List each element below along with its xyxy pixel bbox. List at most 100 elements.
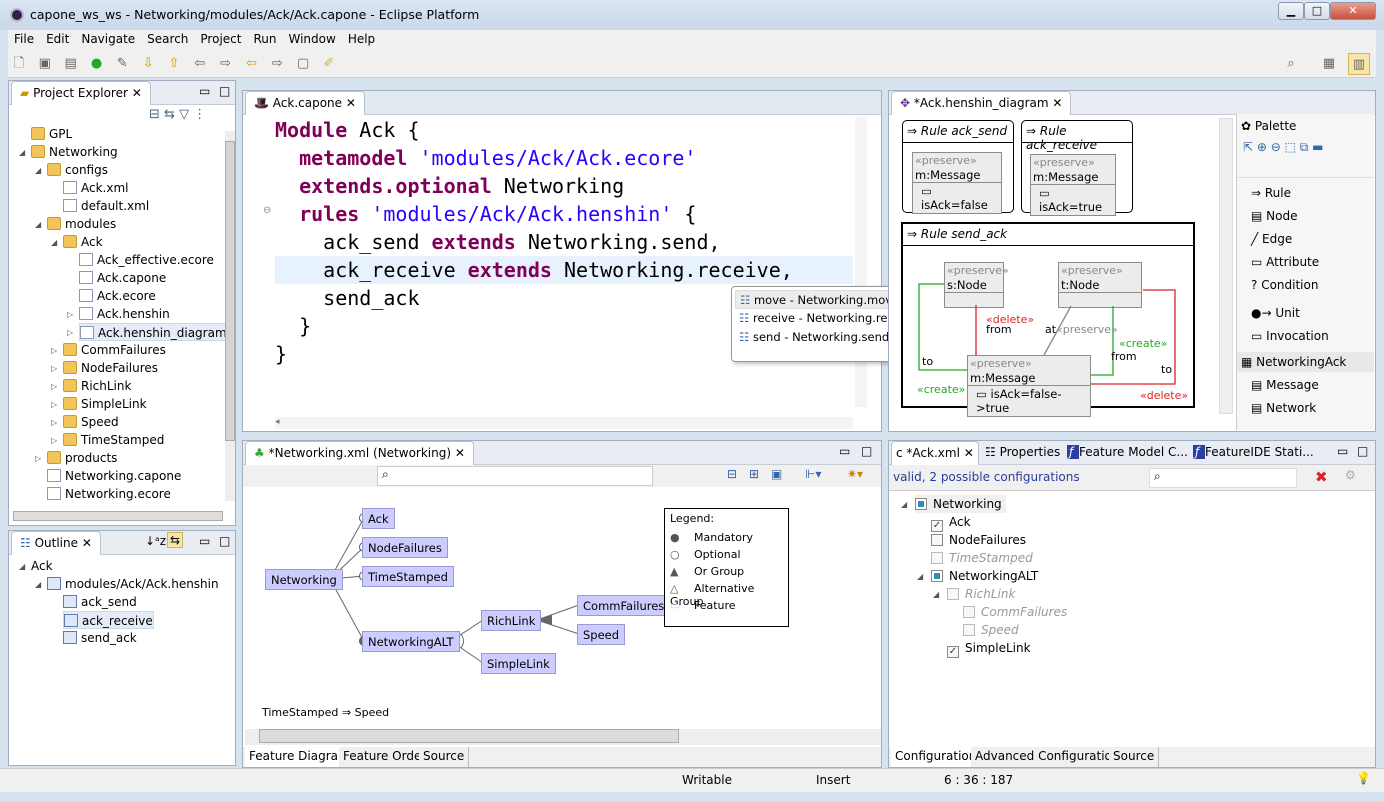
save-icon[interactable]: ▣ [34,53,56,75]
menu-navigate[interactable]: Navigate [75,30,141,46]
menu-edit[interactable]: Edit [40,30,75,46]
expanded-arrow-icon[interactable]: ◢ [19,148,25,157]
checkbox-unchecked[interactable] [931,552,943,564]
fold-icon[interactable]: ⊖ [263,205,271,216]
expanded-arrow-icon[interactable]: ◢ [917,572,923,581]
open-task-icon[interactable]: ▢ [292,53,314,75]
open-perspective-icon[interactable]: ▦ [1318,53,1340,75]
collapsed-arrow-icon[interactable]: ▷ [35,454,41,463]
expand-icon[interactable]: ⊞ [749,467,759,481]
expanded-arrow-icon[interactable]: ◢ [35,580,41,589]
collapsed-arrow-icon[interactable]: ▷ [51,346,57,355]
outline-item[interactable]: Ack [31,557,53,575]
expanded-arrow-icon[interactable]: ◢ [35,220,41,229]
maximize-view-icon[interactable]: □ [1357,444,1368,458]
horizontal-scrollbar[interactable]: ◂ [275,417,853,429]
link-icon[interactable]: ⇆ [167,532,184,548]
vertical-scrollbar[interactable] [855,117,867,407]
tool-icon[interactable]: ✎ [111,53,133,75]
henshin-node[interactable]: «preserve» m:Message ▭ isAck=true [1030,154,1116,216]
new-icon[interactable]: 🗋 [8,53,30,75]
close-icon[interactable]: ✕ [455,446,465,460]
feature-commfailures[interactable]: CommFailures [577,595,671,616]
tree-item[interactable]: Networking.capone [47,467,181,485]
save-all-icon[interactable]: ▤ [60,53,82,75]
feature-simplelink[interactable]: SimpleLink [481,653,556,674]
palette-group[interactable]: ▦ NetworkingAck [1237,352,1374,372]
tree-item[interactable]: Ack.xml [63,179,128,197]
tree-item[interactable]: NodeFailures [63,359,158,377]
perspective-icon[interactable]: ▥ [1348,53,1370,75]
vertical-scrollbar[interactable] [225,131,235,501]
close-icon[interactable]: ✕ [346,96,356,110]
next-annotation-icon[interactable]: ⇩ [137,53,159,75]
config-item[interactable]: RichLink [947,585,1015,603]
feature-ack[interactable]: Ack [362,508,395,529]
link-editor-icon[interactable]: ⇆ [164,107,175,122]
henshin-node[interactable]: «preserve» t:Node [1058,262,1142,308]
minimize-view-icon[interactable]: ▭ [1337,444,1348,458]
checkbox-partial[interactable] [931,570,943,582]
forward-edit-icon[interactable]: ⇨ [215,53,237,75]
tree-item[interactable]: Networking.ecore [47,485,171,503]
minimize-view-icon[interactable]: ▭ [199,84,210,98]
palette-tool-unit[interactable]: ●→ Unit [1251,306,1300,320]
feature-root[interactable]: Networking [265,569,343,590]
tab-featureidestati[interactable]: ƒ FeatureIDE Stati... [1189,441,1318,465]
connection-icon[interactable]: ⧉ [1300,140,1312,154]
tab-henshin-diagram[interactable]: ✥ *Ack.henshin_diagram ✕ [891,91,1072,115]
checkbox-unchecked[interactable] [947,588,959,600]
filter-icon[interactable]: ▽ [179,107,189,122]
close-button[interactable]: ✕ [1330,2,1376,20]
outline-item[interactable]: ack_receive [63,611,154,629]
tab-configuration[interactable]: Configuration [891,747,982,767]
feature-nodefailures[interactable]: NodeFailures [362,537,448,558]
menu-search[interactable]: Search [141,30,194,46]
tab-properties[interactable]: ☷ Properties [981,441,1064,465]
collapse-icon[interactable]: ⊟ [727,467,737,481]
tab-advanced-configuration[interactable]: Advanced Configuration [971,747,1125,767]
layout-icon[interactable]: ⊩▾ [805,467,821,481]
zoom-out-icon[interactable]: ⊖ [1271,140,1285,154]
horizontal-scrollbar[interactable] [245,729,881,745]
palette-class[interactable]: ▤ Network [1251,401,1316,415]
tree-item[interactable]: Ack [63,233,103,251]
collapsed-arrow-icon[interactable]: ▷ [51,364,57,373]
tab-networking-xml[interactable]: ♣ *Networking.xml (Networking) ✕ [245,441,474,465]
tree-item[interactable]: products [47,449,117,467]
henshin-node[interactable]: «preserve» m:Message ▭ isAck=false [912,152,1002,214]
palette-tool-edge[interactable]: ╱ Edge [1251,232,1292,246]
vertical-scrollbar[interactable] [1219,118,1233,414]
config-item[interactable]: ✓ SimpleLink [947,639,1031,658]
maximize-view-icon[interactable]: □ [861,444,872,458]
tree-item[interactable]: default.xml [63,197,149,215]
view-menu-icon[interactable]: ⋮ [193,107,206,122]
config-item[interactable]: Networking [915,495,1006,513]
checkbox-unchecked[interactable] [963,606,975,618]
run-icon[interactable]: ● [85,53,107,75]
close-icon[interactable]: ✕ [82,536,92,550]
palette-tool-condition[interactable]: ? Condition [1251,278,1318,292]
config-item[interactable]: Speed [963,621,1019,639]
close-icon[interactable]: ✕ [132,86,142,100]
tree-item[interactable]: modules [47,215,116,233]
tree-item[interactable]: CommFailures [63,341,166,359]
tree-item[interactable]: Ack.henshin_diagram [79,323,228,341]
tree-item[interactable]: Ack.ecore [79,287,156,305]
search-icon[interactable]: ⌕ [1280,53,1302,75]
close-icon[interactable]: ✕ [960,446,974,460]
marquee-icon[interactable]: ⬚ [1285,140,1300,154]
menu-help[interactable]: Help [342,30,381,46]
feature-search-input[interactable]: ⌕ [377,466,653,486]
tree-item[interactable]: SimpleLink [63,395,147,413]
generate-icon[interactable]: ✷▾ [847,467,863,481]
tab-ackxml[interactable]: c *Ack.xml ✕ [891,441,979,465]
back-icon[interactable]: ⇦ [240,53,262,75]
maximize-view-icon[interactable]: □ [219,534,230,548]
forward-icon[interactable]: ⇨ [266,53,288,75]
tree-item[interactable]: GPL [31,125,72,143]
tree-item[interactable]: Ack.capone [79,269,166,287]
close-icon[interactable]: ✕ [1052,96,1062,110]
maximize-button[interactable]: □ [1304,2,1330,20]
palette-class[interactable]: ▤ Message [1251,378,1319,392]
